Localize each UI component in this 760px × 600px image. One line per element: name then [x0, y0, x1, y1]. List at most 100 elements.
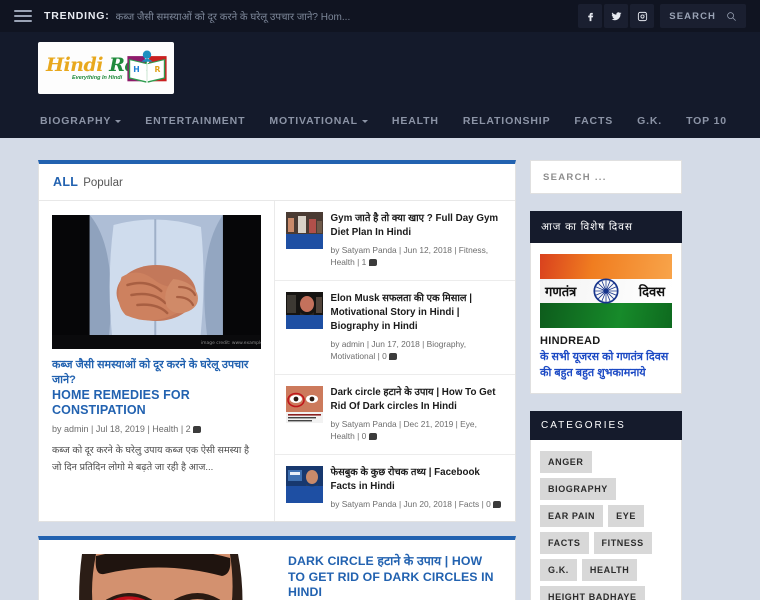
list-item-date: Jun 12, 2018	[403, 244, 452, 255]
category-tag-cloud: ANGER BIOGRAPHY EAR PAIN EYE FACTS FITNE…	[540, 450, 672, 600]
hamburger-line	[14, 20, 32, 22]
featured-author[interactable]: by admin	[52, 424, 89, 434]
featured-wrapper: image credit: www.example.com कब्ज जैसी …	[39, 201, 515, 522]
featured-categories[interactable]: Health	[152, 424, 178, 434]
featured-title-english[interactable]: HOME REMEDIES FOR CONSTIPATION	[52, 388, 261, 418]
post-body: DARK CIRCLE हटाने के उपाय | HOW TO GET R…	[288, 554, 502, 600]
nav-label: BIOGRAPHY	[40, 115, 112, 127]
nav-item-facts[interactable]: FACTS	[562, 107, 625, 135]
post-title[interactable]: DARK CIRCLE हटाने के उपाय | HOW TO GET R…	[288, 554, 502, 600]
list-item-title[interactable]: Gym जाते है तो क्या खाए ? Full Day Gym D…	[331, 212, 503, 240]
magnifier-icon	[727, 11, 736, 21]
featured-date: Jul 18, 2019	[95, 423, 145, 434]
list-item-categories[interactable]: Facts	[459, 499, 479, 509]
top-bar: TRENDING: कब्ज जैसी समस्याओं को दूर करने…	[0, 0, 760, 32]
category-tag-anger[interactable]: ANGER	[540, 450, 592, 473]
trending-headline[interactable]: कब्ज जैसी समस्याओं को दूर करने के घरेलू …	[116, 9, 351, 23]
post-row: DARK CIRCLE हटाने के उपाय | HOW TO GET R…	[39, 540, 515, 600]
flag-word-left: गणतंत्र	[545, 285, 577, 300]
list-item-thumbnail[interactable]	[285, 385, 323, 423]
nav-label: TOP 10	[686, 115, 727, 127]
list-item-author[interactable]: by Satyam Panda	[331, 419, 397, 429]
nav-item-biography[interactable]: BIOGRAPHY	[38, 107, 133, 135]
featured-title-hindi[interactable]: कब्ज जैसी समस्याओं को दूर करने के घरेलू …	[52, 358, 261, 388]
nav-item-relationship[interactable]: RELATIONSHIP	[451, 107, 563, 135]
category-tag-ear-pain[interactable]: EAR PAIN	[540, 504, 604, 527]
sidebar-search-input[interactable]: SEARCH ...	[530, 160, 682, 194]
logo-tagline: Everything In Hindi	[72, 75, 123, 81]
list-item-thumbnail[interactable]	[285, 292, 323, 330]
list-item-meta: by admin | Jun 17, 2018 | Biography, Mot…	[331, 338, 503, 363]
svg-text:H: H	[133, 65, 139, 74]
tab-all[interactable]: ALL	[53, 175, 78, 189]
nav-item-health[interactable]: HEALTH	[380, 107, 451, 135]
list-item-comment-count: 1	[361, 257, 367, 268]
svg-text:image credit: www.example.com: image credit: www.example.com	[201, 340, 261, 346]
widget-title-special-day: आज का विशेष दिवस	[530, 211, 682, 243]
category-tag-gk[interactable]: G.K.	[540, 558, 577, 581]
nav-item-entertainment[interactable]: ENTERTAINMENT	[133, 107, 257, 135]
nav-label: FACTS	[574, 115, 614, 127]
category-tag-height-badhaye[interactable]: HEIGHT BADHAYE	[540, 585, 645, 600]
list-item: Elon Musk सफलता की एक मिसाल | Motivation…	[274, 281, 515, 375]
list-item-body: Gym जाते है तो क्या खाए ? Full Day Gym D…	[331, 212, 503, 269]
category-tag-biography[interactable]: BIOGRAPHY	[540, 477, 616, 500]
nav-label: RELATIONSHIP	[462, 115, 551, 127]
featured-comment-count: 2	[185, 423, 191, 434]
chevron-down-icon	[361, 119, 368, 123]
topbar-right-group: SEARCH	[578, 4, 746, 28]
logo-graphic: Hindi Read Everything In Hindi H R	[42, 45, 170, 91]
main-column: ALL Popular image credit: www.examp कब्ज…	[38, 160, 516, 600]
widget-categories: CATEGORIES ANGER BIOGRAPHY EAR PAIN EYE …	[530, 410, 682, 600]
list-item: Gym जाते है तो क्या खाए ? Full Day Gym D…	[274, 201, 515, 282]
chevron-down-icon	[115, 119, 122, 123]
list-item-title[interactable]: फेसबुक के कुछ रोचक तथ्य | Facebook Facts…	[331, 466, 503, 494]
category-tag-eye[interactable]: EYE	[608, 504, 644, 527]
list-item-author[interactable]: by Satyam Panda	[331, 245, 397, 255]
hamburger-line	[14, 10, 32, 12]
list-item: फेसबुक के कुछ रोचक तथ्य | Facebook Facts…	[275, 455, 515, 521]
nav-item-gk[interactable]: G.K.	[625, 107, 674, 135]
elon-musk-photo	[285, 292, 323, 330]
open-book-icon: H R	[127, 50, 167, 83]
post-thumbnail[interactable]	[52, 554, 274, 600]
nav-item-top10[interactable]: TOP 10	[674, 107, 739, 135]
sidebar-search-placeholder: SEARCH ...	[543, 171, 607, 183]
category-tag-health[interactable]: HEALTH	[581, 558, 638, 581]
list-item-comment-count: 0	[361, 431, 367, 442]
nav-label: HEALTH	[391, 115, 439, 127]
page-body: ALL Popular image credit: www.examp कब्ज…	[0, 138, 760, 600]
list-item-thumbnail[interactable]	[285, 466, 323, 503]
comment-bubble-icon	[193, 425, 202, 433]
trending-label: TRENDING:	[44, 10, 110, 22]
list-item-meta: by Satyam Panda | Dec 21, 2019 | Eye, He…	[331, 418, 503, 443]
list-item-thumbnail[interactable]	[285, 212, 323, 249]
republic-day-flag-image[interactable]: गणतंत्र दिवस	[540, 254, 672, 328]
widget-special-day: आज का विशेष दिवस गणतंत्र दिवस HINDREAD क…	[530, 211, 682, 394]
dark-circles-face-photo	[52, 554, 274, 600]
featured-excerpt: कब्ज को दूर करने के घरेलु उपाय कब्ज एक ऐ…	[52, 445, 249, 473]
tab-popular[interactable]: Popular	[83, 177, 123, 189]
list-item-author[interactable]: by admin	[331, 339, 365, 349]
list-item-author[interactable]: by Satyam Panda	[331, 499, 397, 509]
hamburger-icon[interactable]	[14, 10, 32, 22]
twitter-icon[interactable]	[604, 4, 629, 28]
gym-photo	[285, 212, 323, 249]
top-search-box[interactable]: SEARCH	[660, 4, 746, 28]
instagram-icon[interactable]	[630, 4, 655, 28]
featured-article: image credit: www.example.com कब्ज जैसी …	[39, 201, 275, 522]
list-item-meta: by Satyam Panda | Jun 20, 2018 | Facts |…	[331, 498, 503, 511]
widget-title-categories: CATEGORIES	[530, 410, 682, 440]
comment-bubble-icon	[368, 259, 377, 267]
nav-item-motivational[interactable]: MOTIVATIONAL	[257, 107, 380, 135]
category-tag-facts[interactable]: FACTS	[540, 531, 589, 554]
featured-posts-card: ALL Popular image credit: www.examp कब्ज…	[38, 160, 516, 523]
facebook-icon[interactable]	[578, 4, 603, 28]
ashoka-chakra-icon	[593, 278, 619, 304]
category-tag-fitness[interactable]: FITNESS	[593, 531, 652, 554]
site-logo[interactable]: Hindi Read Everything In Hindi H R	[38, 42, 174, 94]
featured-thumbnail[interactable]: image credit: www.example.com	[52, 215, 261, 349]
list-item-title[interactable]: Dark circle हटाने के उपाय | How To Get R…	[331, 386, 503, 414]
list-item-title[interactable]: Elon Musk सफलता की एक मिसाल | Motivation…	[331, 292, 503, 334]
flag-word-right: दिवस	[638, 285, 665, 300]
